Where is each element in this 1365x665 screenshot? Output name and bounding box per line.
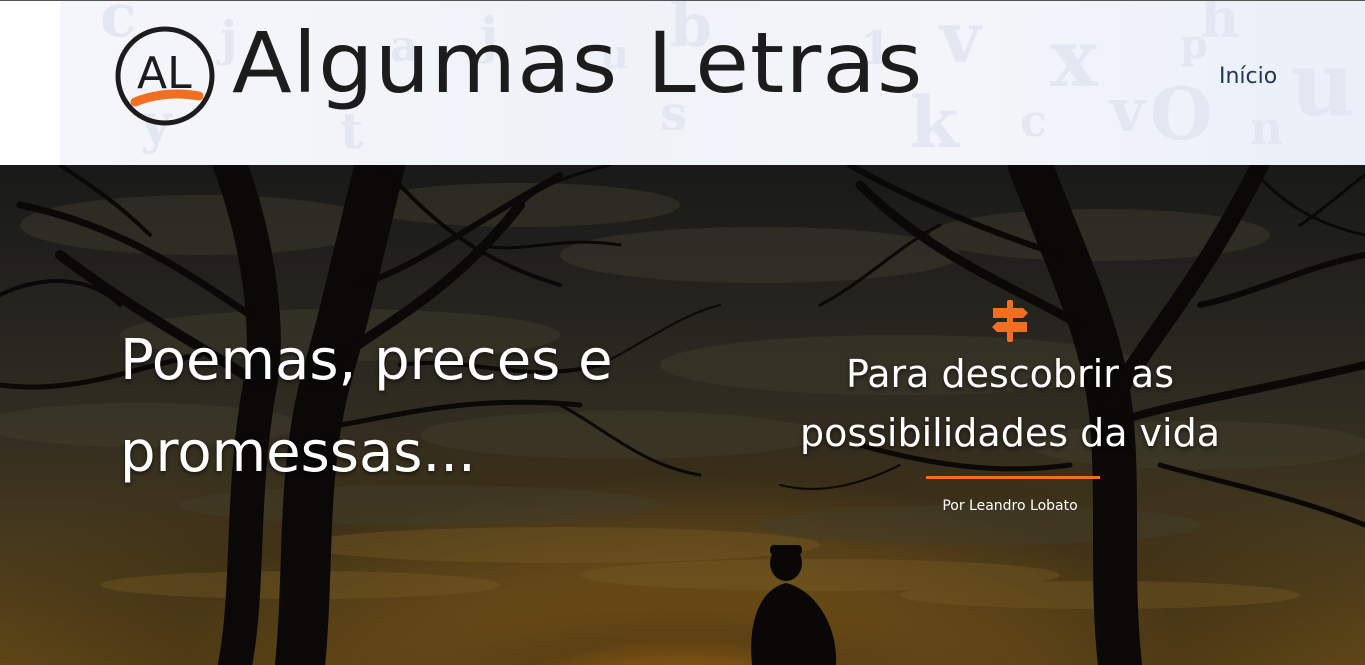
nav-link-inicio[interactable]: Início [1219, 64, 1277, 89]
hero-author: Por Leandro Lobato [942, 498, 1078, 514]
site-header: c j a j u b 1 v x h u y t s k c v O n p … [0, 0, 1365, 165]
site-logo-text[interactable]: Algumas Letras [232, 13, 923, 114]
hero-section: Poemas, preces e promessas... Para desco… [0, 165, 1365, 665]
signpost-icon [992, 300, 1028, 342]
hero-title: Poemas, preces e promessas... [120, 328, 613, 486]
hero-tagline: Para descobrir as possibilidades da vida [799, 352, 1221, 455]
logo-monogram-icon[interactable]: AL [113, 24, 217, 128]
hero-divider [926, 476, 1100, 479]
